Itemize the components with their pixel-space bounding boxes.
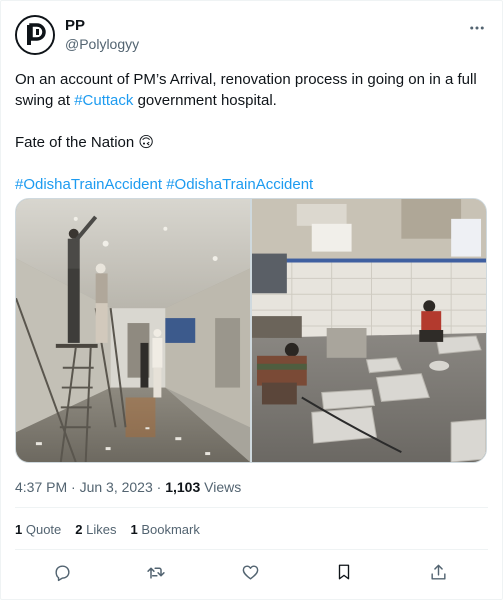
tweet-stats: 1 Quote 2 Likes 1 Bookmark <box>15 522 200 538</box>
reply-icon <box>54 564 70 581</box>
author-name[interactable]: PP <box>65 17 85 35</box>
timestamp[interactable]: 4:37 PM · Jun 3, 2023 · <box>15 479 165 495</box>
bookmarks-count: 1 <box>130 522 138 537</box>
heart-icon <box>242 564 258 580</box>
bookmark-button[interactable] <box>333 561 355 583</box>
reply-button[interactable] <box>51 561 73 583</box>
text-segment: government hospital. <box>133 92 277 109</box>
hashtag-link[interactable]: #OdishaTrainAccident <box>15 176 162 193</box>
hashtag-cuttack-link[interactable]: #Cuttack <box>74 92 133 109</box>
tweet-actions <box>1 561 502 583</box>
hashtag-link[interactable]: #OdishaTrainAccident <box>166 176 313 193</box>
more-horizontal-icon <box>470 26 484 30</box>
divider <box>15 507 488 508</box>
author-handle[interactable]: @Polylogyy <box>65 36 139 53</box>
tweet-text-line2: Fate of the Nation 🙃 <box>15 134 155 151</box>
floor-tiling-photo <box>252 199 486 462</box>
tweet-photo-1[interactable] <box>16 199 250 462</box>
tweet-meta: 4:37 PM · Jun 3, 2023 · 1,103 Views <box>15 479 241 496</box>
tweet-text: On an account of PM’s Arrival, renovatio… <box>15 69 490 195</box>
tweet-card: PP @Polylogyy On an account of PM’s Arri… <box>0 0 503 600</box>
more-options-button[interactable] <box>466 17 488 39</box>
tweet-text-line1: On an account of PM’s Arrival, renovatio… <box>15 69 490 111</box>
avatar[interactable] <box>15 15 55 55</box>
like-button[interactable] <box>239 561 261 583</box>
views-count: 1,103 <box>165 479 201 495</box>
corridor-renovation-photo <box>16 199 250 462</box>
quotes-stat[interactable]: 1 Quote <box>15 522 61 538</box>
share-button[interactable] <box>427 561 449 583</box>
tweet-hashtags: #OdishaTrainAccident #OdishaTrainAcciden… <box>15 174 490 195</box>
bookmarks-stat[interactable]: 1 Bookmark <box>130 522 199 538</box>
tweet-media <box>15 198 487 463</box>
tweet-photo-2[interactable] <box>252 199 486 462</box>
likes-count: 2 <box>75 522 83 537</box>
bookmark-icon <box>338 564 350 580</box>
likes-stat[interactable]: 2 Likes <box>75 522 116 538</box>
retweet-button[interactable] <box>145 561 167 583</box>
views-label: Views <box>200 479 242 495</box>
avatar-logo-icon <box>17 17 53 53</box>
retweet-icon <box>147 567 165 579</box>
divider <box>15 549 488 550</box>
quotes-label: Quote <box>22 522 62 537</box>
share-icon <box>430 564 446 580</box>
likes-label: Likes <box>82 522 117 537</box>
bookmarks-label: Bookmark <box>137 522 200 537</box>
